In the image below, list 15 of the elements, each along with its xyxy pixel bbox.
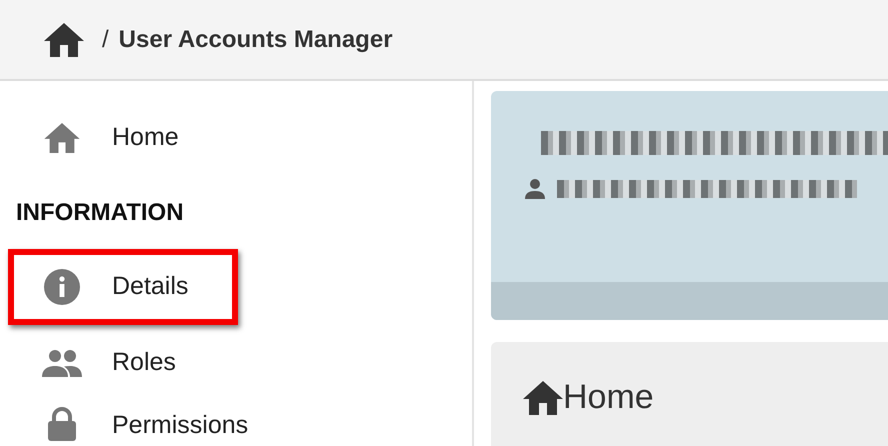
- info-icon: [44, 269, 80, 305]
- people-icon: [42, 349, 82, 377]
- user-icon: [525, 179, 545, 199]
- sidebar-item[interactable]: Permissions: [0, 401, 472, 443]
- sidebar-item[interactable]: Roles: [0, 325, 472, 401]
- sidebar-item[interactable]: Details: [42, 249, 238, 325]
- home-icon[interactable]: [44, 22, 84, 56]
- home-icon: [44, 123, 80, 153]
- panel-title: Home: [563, 377, 654, 418]
- lock-icon: [47, 407, 77, 441]
- home-icon: [523, 380, 563, 414]
- breadcrumb-separator: /: [102, 24, 109, 54]
- breadcrumb-title: User Accounts Manager: [118, 24, 393, 54]
- sidebar-item[interactable]: Home: [0, 100, 472, 176]
- section-heading: INFORMATION: [16, 198, 184, 228]
